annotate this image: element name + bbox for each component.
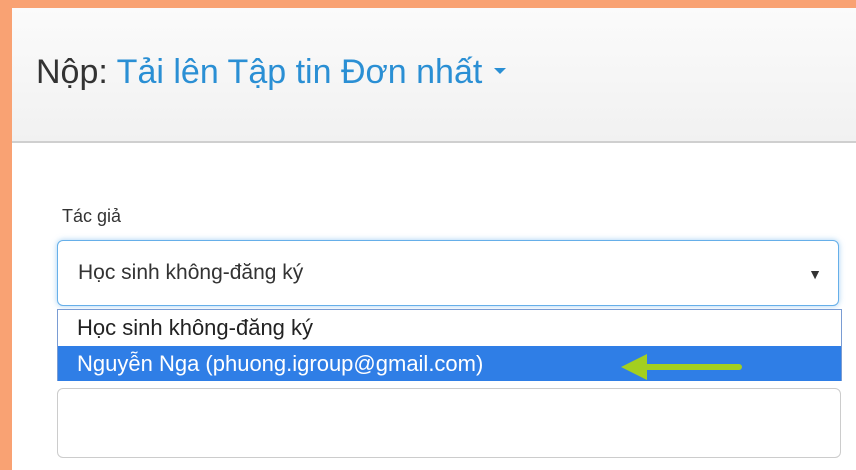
dropdown-arrow-icon: ▼ [808, 266, 822, 282]
page-title: Nộp: Tải lên Tập tin Đơn nhất [36, 52, 507, 92]
annotation-arrow-icon [621, 354, 742, 380]
title-input[interactable] [57, 388, 841, 458]
caret-down-icon [494, 68, 507, 75]
panel-header: Nộp: Tải lên Tập tin Đơn nhất [12, 8, 856, 143]
submission-panel: Nộp: Tải lên Tập tin Đơn nhất Tác giả Họ… [12, 8, 856, 470]
author-label: Tác giả [62, 206, 122, 226]
submission-type-dropdown[interactable]: Tải lên Tập tin Đơn nhất [117, 53, 507, 91]
submission-type-label: Tải lên Tập tin Đơn nhất [116, 53, 483, 91]
author-select[interactable]: Học sinh không-đăng ký ▼ [57, 240, 839, 306]
title-prefix: Nộp: [36, 53, 108, 91]
author-select-value: Học sinh không-đăng ký [78, 261, 304, 284]
author-option-unregistered[interactable]: Học sinh không-đăng ký [58, 310, 841, 345]
